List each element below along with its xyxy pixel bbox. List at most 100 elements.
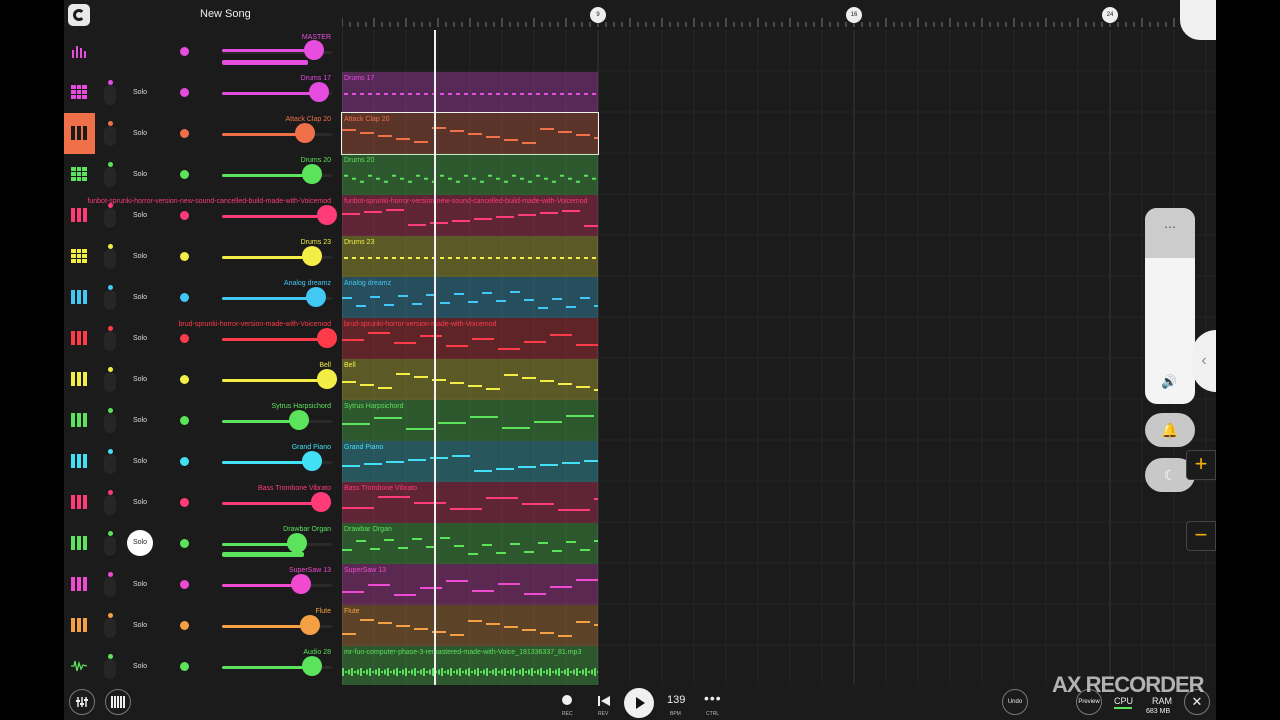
zoom-out-button[interactable]: − bbox=[1186, 521, 1216, 551]
track-header[interactable]: Solo Drawbar Organ bbox=[64, 523, 342, 564]
piano-keys-icon[interactable] bbox=[71, 536, 87, 550]
volume-knob[interactable] bbox=[302, 246, 322, 266]
pattern-clip[interactable]: funbot-sprunki-horror-version-new-sound-… bbox=[342, 195, 598, 236]
piano-keys-icon[interactable] bbox=[71, 126, 87, 140]
bar-marker[interactable]: 24 bbox=[1102, 7, 1118, 23]
bpm-value[interactable]: 139 bbox=[667, 694, 685, 706]
track-header[interactable]: Solo funbot-sprunki-horror-version-new-so… bbox=[64, 195, 342, 236]
track-color-dot[interactable] bbox=[180, 580, 189, 589]
mute-toggle[interactable] bbox=[104, 290, 116, 310]
record-button[interactable] bbox=[562, 695, 572, 705]
track-color-dot[interactable] bbox=[180, 457, 189, 466]
track-lane[interactable]: funbot-sprunki-horror-version-new-sound-… bbox=[342, 195, 1216, 236]
track-header[interactable]: Solo Bass Trombone Vibrato bbox=[64, 482, 342, 523]
track-lane[interactable]: Bell bbox=[342, 359, 1216, 400]
track-header[interactable]: Solo Grand Piano bbox=[64, 441, 342, 482]
piano-keys-icon[interactable] bbox=[71, 495, 87, 509]
volume-knob[interactable] bbox=[304, 40, 324, 60]
waveform-icon[interactable] bbox=[71, 659, 88, 673]
mute-toggle[interactable] bbox=[104, 85, 116, 105]
pattern-clip[interactable]: mr-fun-computer-phase-3-remastered-made-… bbox=[342, 646, 598, 687]
volume-knob[interactable] bbox=[317, 328, 337, 348]
pattern-clip[interactable]: Drums 23 bbox=[342, 236, 598, 277]
song-title[interactable]: New Song bbox=[200, 8, 251, 20]
track-color-dot[interactable] bbox=[180, 662, 189, 671]
piano-keys-icon[interactable] bbox=[71, 208, 87, 222]
solo-button[interactable]: Solo bbox=[126, 414, 154, 428]
volume-knob[interactable] bbox=[302, 164, 322, 184]
piano-keys-icon[interactable] bbox=[71, 454, 87, 468]
zoom-in-button[interactable]: + bbox=[1186, 450, 1216, 480]
solo-button[interactable]: Solo bbox=[126, 332, 154, 346]
track-lane[interactable]: Attack Clap 20 bbox=[341, 112, 1216, 155]
track-color-dot[interactable] bbox=[180, 170, 189, 179]
pattern-clip[interactable]: Drawbar Organ bbox=[342, 523, 598, 564]
solo-button[interactable]: Solo bbox=[126, 168, 154, 182]
bell-icon[interactable]: 🔔 bbox=[1145, 413, 1195, 447]
track-header[interactable]: Solo Drums 23 bbox=[64, 236, 342, 277]
mute-toggle[interactable] bbox=[104, 372, 116, 392]
track-color-dot[interactable] bbox=[180, 334, 189, 343]
timeline-ruler[interactable]: 9 16 24 bbox=[342, 0, 1216, 30]
volume-knob[interactable] bbox=[309, 82, 329, 102]
track-lane[interactable]: Flute bbox=[342, 605, 1216, 646]
drum-grid-icon[interactable] bbox=[71, 85, 87, 99]
mute-toggle[interactable] bbox=[104, 208, 116, 228]
volume-knob[interactable] bbox=[302, 451, 322, 471]
track-header[interactable]: Solo Drums 17 bbox=[64, 72, 342, 113]
solo-button[interactable]: Solo bbox=[126, 291, 154, 305]
solo-button[interactable]: Solo bbox=[126, 619, 154, 633]
drum-grid-icon[interactable] bbox=[71, 249, 87, 263]
piano-keys-icon[interactable] bbox=[71, 290, 87, 304]
track-header[interactable]: MASTER bbox=[64, 31, 342, 72]
mixer-bars-icon[interactable] bbox=[71, 44, 87, 58]
track-color-dot[interactable] bbox=[180, 539, 189, 548]
track-lane[interactable]: SuperSaw 13 bbox=[342, 564, 1216, 605]
track-color-dot[interactable] bbox=[180, 498, 189, 507]
solo-button[interactable]: Solo bbox=[126, 373, 154, 387]
volume-knob[interactable] bbox=[295, 123, 315, 143]
pattern-clip[interactable]: SuperSaw 13 bbox=[342, 564, 598, 605]
pattern-clip[interactable]: Sytrus Harpsichord bbox=[342, 400, 598, 441]
track-header[interactable]: Solo Analog dreamz bbox=[64, 277, 342, 318]
track-lane[interactable]: Bass Trombone Vibrato bbox=[342, 482, 1216, 523]
pattern-clip[interactable]: Drums 17 bbox=[342, 72, 598, 113]
track-header[interactable]: Solo Audio 28 bbox=[64, 646, 342, 687]
pattern-clip[interactable]: Bell bbox=[342, 359, 598, 400]
solo-button[interactable]: Solo bbox=[126, 250, 154, 264]
undo-button[interactable]: Undo bbox=[1002, 689, 1028, 715]
volume-panel[interactable]: ... 🔊 bbox=[1145, 208, 1195, 404]
mute-toggle[interactable] bbox=[104, 331, 116, 351]
mixer-icon[interactable] bbox=[69, 689, 95, 715]
mute-toggle[interactable] bbox=[104, 167, 116, 187]
piano-roll-icon[interactable] bbox=[105, 689, 131, 715]
pattern-clip[interactable]: Flute bbox=[342, 605, 598, 646]
bar-marker[interactable]: 9 bbox=[590, 7, 606, 23]
track-color-dot[interactable] bbox=[180, 129, 189, 138]
track-color-dot[interactable] bbox=[180, 47, 189, 56]
volume-knob[interactable] bbox=[317, 205, 337, 225]
more-dots-icon[interactable]: ••• bbox=[704, 691, 722, 705]
solo-button[interactable]: Solo bbox=[126, 578, 154, 592]
menu-dots-icon[interactable]: ... bbox=[1145, 208, 1195, 258]
mute-toggle[interactable] bbox=[104, 413, 116, 433]
pattern-clip[interactable]: Attack Clap 20 bbox=[341, 112, 599, 155]
mute-toggle[interactable] bbox=[104, 454, 116, 474]
track-color-dot[interactable] bbox=[180, 375, 189, 384]
track-lane[interactable]: Analog dreamz bbox=[342, 277, 1216, 318]
drum-grid-icon[interactable] bbox=[71, 167, 87, 181]
track-header[interactable]: Solo Flute bbox=[64, 605, 342, 646]
track-color-dot[interactable] bbox=[180, 621, 189, 630]
play-button[interactable] bbox=[624, 688, 654, 718]
solo-button[interactable]: Solo bbox=[127, 530, 153, 556]
piano-keys-icon[interactable] bbox=[71, 331, 87, 345]
pattern-clip[interactable]: Grand Piano bbox=[342, 441, 598, 482]
track-lane[interactable]: Drums 20 bbox=[342, 154, 1216, 195]
speaker-icon[interactable]: 🔊 bbox=[1161, 374, 1177, 390]
volume-knob[interactable] bbox=[311, 492, 331, 512]
track-color-dot[interactable] bbox=[180, 416, 189, 425]
mute-toggle[interactable] bbox=[104, 495, 116, 515]
mute-toggle[interactable] bbox=[104, 618, 116, 638]
volume-knob[interactable] bbox=[287, 533, 307, 553]
track-header[interactable]: Solo Sytrus Harpsichord bbox=[64, 400, 342, 441]
